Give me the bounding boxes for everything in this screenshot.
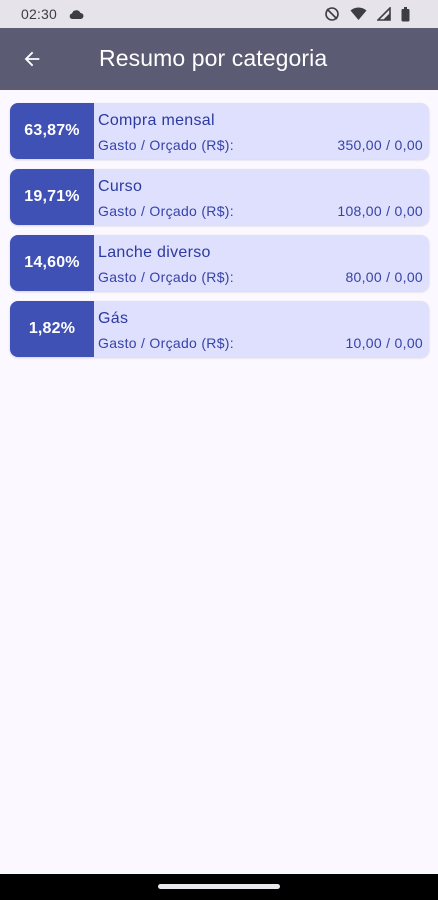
category-card[interactable]: 19,71% Curso Gasto / Orçado (R$): 108,00… [10,169,429,225]
app-bar: Resumo por categoria [0,28,438,90]
back-button[interactable] [14,41,50,77]
navigation-bar [0,874,438,900]
category-card-body: Compra mensal Gasto / Orçado (R$): 350,0… [94,103,429,159]
category-card[interactable]: 14,60% Lanche diverso Gasto / Orçado (R$… [10,235,429,291]
category-name: Curso [98,178,143,195]
category-percent-badge: 1,82% [10,301,94,357]
do-not-disturb-icon [325,7,339,21]
cloud-icon [69,10,84,19]
wifi-icon [350,7,367,20]
spent-budget-value: 80,00 / 0,00 [345,269,423,285]
arrow-left-icon [24,51,40,67]
category-card-body: Gás Gasto / Orçado (R$): 10,00 / 0,00 [94,301,429,357]
signal-icon [377,7,391,21]
spent-budget-value: 108,00 / 0,00 [337,203,423,219]
status-bar: 02:30 [0,0,438,28]
spent-budget-value: 10,00 / 0,00 [345,335,423,351]
home-gesture-handle[interactable] [158,884,280,889]
category-card[interactable]: 1,82% Gás Gasto / Orçado (R$): 10,00 / 0… [10,301,429,357]
spent-budget-label: Gasto / Orçado (R$): [98,335,234,351]
spent-budget-value: 350,00 / 0,00 [337,137,423,153]
category-percent-badge: 63,87% [10,103,94,159]
category-card-body: Curso Gasto / Orçado (R$): 108,00 / 0,00 [94,169,429,225]
page-title: Resumo por categoria [99,45,328,71]
spent-budget-label: Gasto / Orçado (R$): [98,203,234,219]
category-name: Compra mensal [98,112,215,129]
category-summary-list: 63,87% Compra mensal Gasto / Orçado (R$)… [10,103,429,367]
category-percent-badge: 19,71% [10,169,94,225]
category-percent-badge: 14,60% [10,235,94,291]
category-name: Gás [98,310,129,327]
spent-budget-label: Gasto / Orçado (R$): [98,137,234,153]
category-name: Lanche diverso [98,244,211,261]
status-icons [324,6,410,22]
category-card-body: Lanche diverso Gasto / Orçado (R$): 80,0… [94,235,429,291]
status-time: 02:30 [21,6,58,22]
battery-icon [401,6,410,21]
spent-budget-label: Gasto / Orçado (R$): [98,269,234,285]
category-card[interactable]: 63,87% Compra mensal Gasto / Orçado (R$)… [10,103,429,159]
